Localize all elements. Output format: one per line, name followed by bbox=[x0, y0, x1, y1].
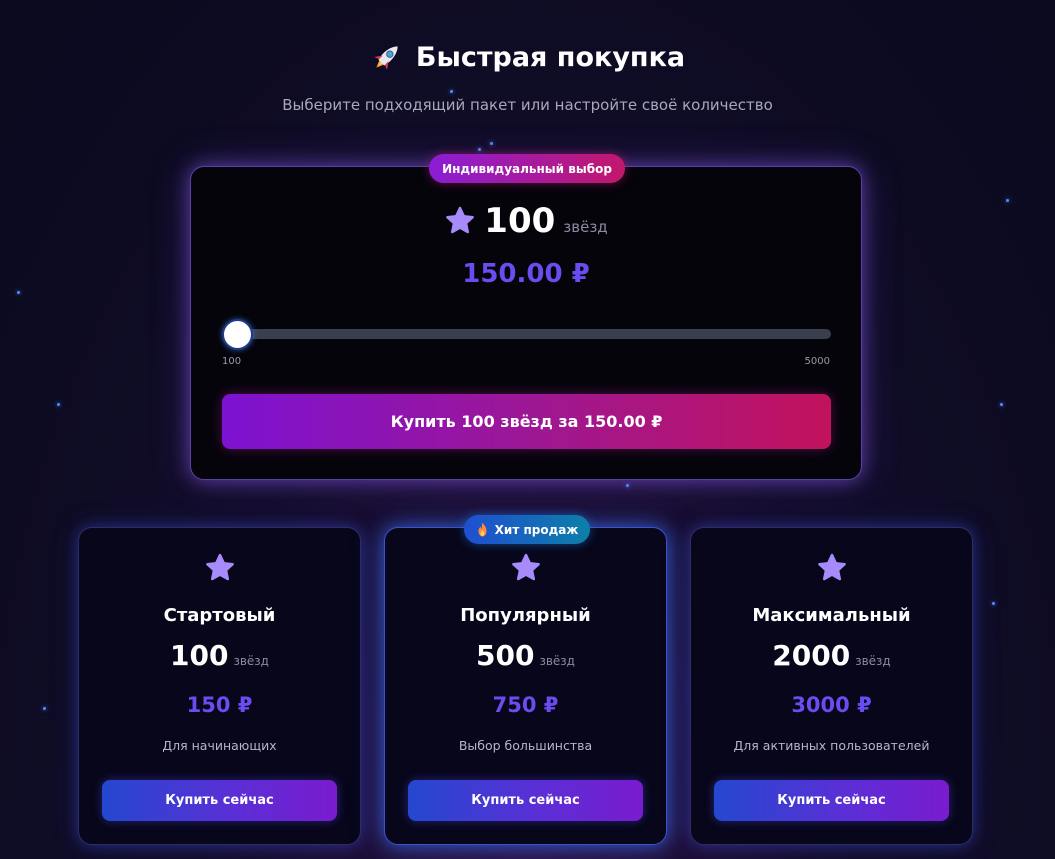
background-star bbox=[478, 148, 481, 151]
package-unit: звёзд bbox=[539, 654, 575, 668]
page-title: Быстрая покупка bbox=[370, 40, 685, 74]
package-amount: 100 звёзд bbox=[79, 639, 360, 672]
page-subtitle: Выберите подходящий пакет или настройте … bbox=[282, 96, 773, 114]
package-count: 500 bbox=[476, 639, 535, 672]
buy-custom-button[interactable]: Купить 100 звёзд за 150.00 ₽ bbox=[222, 394, 831, 449]
package-price: 750 ₽ bbox=[492, 693, 559, 717]
bestseller-badge-label: Хит продаж bbox=[494, 522, 579, 537]
background-star bbox=[992, 602, 995, 605]
package-count: 100 bbox=[170, 639, 229, 672]
custom-price: 150.00 ₽ bbox=[462, 259, 590, 289]
background-star bbox=[17, 291, 20, 294]
bestseller-badge: Хит продаж bbox=[464, 515, 590, 544]
package-amount: 2000 звёзд bbox=[691, 639, 972, 672]
package-card-starter: Стартовый 100 звёзд 150 ₽ Для начинающих… bbox=[78, 527, 361, 845]
package-amount: 500 звёзд bbox=[385, 639, 666, 672]
package-name: Максимальный bbox=[752, 605, 911, 626]
title-text: Быстрая покупка bbox=[415, 41, 686, 73]
buy-now-button[interactable]: Купить сейчас bbox=[714, 780, 949, 821]
package-count: 2000 bbox=[772, 639, 851, 672]
buy-now-button[interactable]: Купить сейчас bbox=[102, 780, 337, 821]
background-star bbox=[43, 707, 46, 710]
custom-amount-row: 100 звёзд bbox=[191, 201, 861, 241]
package-name: Популярный bbox=[460, 605, 591, 626]
slider-max-label: 5000 bbox=[804, 356, 830, 367]
amount-slider-thumb[interactable] bbox=[222, 319, 253, 350]
background-star bbox=[490, 142, 493, 145]
star-icon bbox=[817, 553, 846, 581]
package-description: Для начинающих bbox=[162, 738, 277, 753]
package-unit: звёзд bbox=[233, 654, 269, 668]
buy-now-button[interactable]: Купить сейчас bbox=[408, 780, 643, 821]
package-description: Для активных пользователей bbox=[733, 738, 930, 753]
package-name: Стартовый bbox=[163, 605, 276, 626]
package-price: 3000 ₽ bbox=[791, 693, 872, 717]
package-card-popular: Хит продаж Популярный 500 звёзд 750 ₽ Вы… bbox=[384, 515, 667, 845]
rocket-icon bbox=[374, 46, 398, 70]
page-header: Быстрая покупка Выберите подходящий паке… bbox=[0, 40, 1055, 115]
slider-min-label: 100 bbox=[222, 356, 242, 367]
background-star bbox=[57, 403, 60, 406]
star-icon bbox=[511, 553, 540, 581]
fire-icon bbox=[478, 522, 487, 537]
package-card-maximum: Максимальный 2000 звёзд 3000 ₽ Для актив… bbox=[690, 527, 973, 845]
custom-amount-value: 100 bbox=[484, 201, 556, 241]
package-price: 150 ₽ bbox=[186, 693, 253, 717]
amount-slider-track[interactable] bbox=[222, 329, 831, 339]
background-star bbox=[626, 484, 629, 487]
star-icon bbox=[446, 206, 475, 234]
custom-amount-unit: звёзд bbox=[563, 218, 608, 236]
star-icon bbox=[205, 553, 234, 581]
package-unit: звёзд bbox=[855, 654, 891, 668]
package-description: Выбор большинства bbox=[458, 738, 593, 753]
custom-amount-card: Индивидуальный выбор 100 звёзд 150.00 ₽ … bbox=[190, 154, 862, 480]
custom-badge: Индивидуальный выбор bbox=[429, 154, 625, 183]
background-star bbox=[1000, 403, 1003, 406]
background-star bbox=[1006, 199, 1009, 202]
